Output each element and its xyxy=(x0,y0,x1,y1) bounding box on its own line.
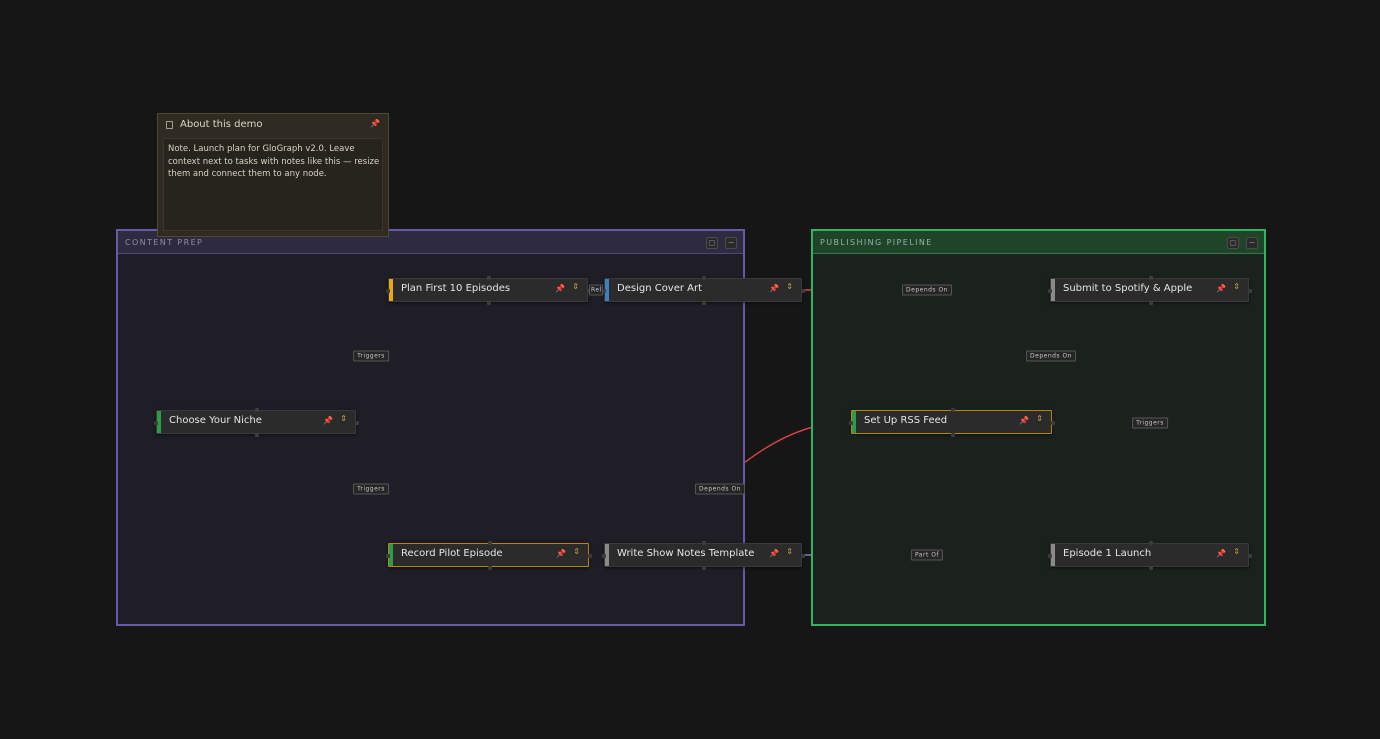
node-choose-your-niche[interactable]: Choose Your Niche 📌 ⇕ xyxy=(154,408,359,437)
connection-port[interactable] xyxy=(702,566,706,570)
minus-icon[interactable]: − xyxy=(1246,237,1258,249)
connection-port[interactable] xyxy=(487,276,491,280)
connection-port[interactable] xyxy=(355,421,359,425)
connection-port[interactable] xyxy=(1149,301,1153,305)
connection-port[interactable] xyxy=(488,566,492,570)
connection-port[interactable] xyxy=(1149,541,1153,545)
connection-port[interactable] xyxy=(1248,289,1252,293)
node-label: Choose Your Niche xyxy=(169,415,262,426)
group-header[interactable]: PUBLISHING PIPELINE ◻ − xyxy=(813,231,1264,254)
node-design-cover-art[interactable]: Design Cover Art 📌 ⇕ xyxy=(602,276,805,305)
pin-icon[interactable]: 📌 xyxy=(556,549,566,558)
connection-port[interactable] xyxy=(801,554,805,558)
pin-icon[interactable]: 📌 xyxy=(769,284,779,293)
chevron-updown-icon[interactable]: ⇕ xyxy=(1233,548,1240,556)
connection-port[interactable] xyxy=(801,289,805,293)
node-set-up-rss-feed[interactable]: Set Up RSS Feed 📌 ⇕ xyxy=(849,408,1055,437)
connection-port[interactable] xyxy=(849,421,853,425)
connection-port[interactable] xyxy=(487,301,491,305)
document-icon xyxy=(166,121,173,129)
pin-icon[interactable]: 📌 xyxy=(555,284,565,293)
connection-port[interactable] xyxy=(255,433,259,437)
connection-port[interactable] xyxy=(951,433,955,437)
chevron-updown-icon[interactable]: ⇕ xyxy=(1036,415,1043,423)
edge-label-depends-on[interactable]: Depends On xyxy=(695,483,745,495)
connection-port[interactable] xyxy=(1051,421,1055,425)
connection-port[interactable] xyxy=(1048,289,1052,293)
connection-port[interactable] xyxy=(386,289,390,293)
connection-port[interactable] xyxy=(702,541,706,545)
pin-icon[interactable]: 📌 xyxy=(1216,284,1226,293)
node-label: Design Cover Art xyxy=(617,283,703,294)
edge-label-triggers[interactable]: Triggers xyxy=(353,483,389,495)
node-plan-first-10-episodes[interactable]: Plan First 10 Episodes 📌 ⇕ xyxy=(386,276,591,305)
note-body[interactable]: Note. Launch plan for GloGraph v2.0. Lea… xyxy=(163,138,383,231)
node-write-show-notes-template[interactable]: Write Show Notes Template 📌 ⇕ xyxy=(602,541,805,570)
node-label: Plan First 10 Episodes xyxy=(401,283,511,294)
pin-icon[interactable]: 📌 xyxy=(1216,549,1226,558)
node-label: Record Pilot Episode xyxy=(401,548,503,559)
chevron-updown-icon[interactable]: ⇕ xyxy=(1233,283,1240,291)
node-submit-to-spotify-apple[interactable]: Submit to Spotify & Apple 📌 ⇕ xyxy=(1048,276,1252,305)
chevron-updown-icon[interactable]: ⇕ xyxy=(340,415,347,423)
connection-port[interactable] xyxy=(1048,554,1052,558)
pin-icon[interactable]: 📌 xyxy=(769,549,779,558)
connection-port[interactable] xyxy=(386,554,390,558)
lock-icon[interactable]: ◻ xyxy=(706,237,718,249)
edge-label-depends-on[interactable]: Depends On xyxy=(902,284,952,296)
pin-icon[interactable]: 📌 xyxy=(323,416,333,425)
connection-port[interactable] xyxy=(488,541,492,545)
connection-port[interactable] xyxy=(602,554,606,558)
edge-label-triggers[interactable]: Triggers xyxy=(353,350,389,362)
node-label: Write Show Notes Template xyxy=(617,548,755,559)
note-header[interactable]: About this demo 📌 xyxy=(158,114,388,136)
connection-port[interactable] xyxy=(154,421,158,425)
node-label: Submit to Spotify & Apple xyxy=(1063,283,1193,294)
connection-port[interactable] xyxy=(588,554,592,558)
edge-label-depends-on[interactable]: Depends On xyxy=(1026,350,1076,362)
node-label: Episode 1 Launch xyxy=(1063,548,1152,559)
connection-port[interactable] xyxy=(1248,554,1252,558)
connection-port[interactable] xyxy=(951,408,955,412)
node-label: Set Up RSS Feed xyxy=(864,415,948,426)
connection-port[interactable] xyxy=(1149,276,1153,280)
minus-icon[interactable]: − xyxy=(725,237,737,249)
lock-icon[interactable]: ◻ xyxy=(1227,237,1239,249)
chevron-updown-icon[interactable]: ⇕ xyxy=(786,283,793,291)
node-record-pilot-episode[interactable]: Record Pilot Episode 📌 ⇕ xyxy=(386,541,592,570)
pin-icon[interactable]: 📌 xyxy=(1019,416,1029,425)
edge-label-part-of[interactable]: Part Of xyxy=(910,549,944,561)
note-card[interactable]: About this demo 📌 Note. Launch plan for … xyxy=(157,113,389,237)
pin-icon[interactable]: 📌 xyxy=(370,119,380,128)
group-title: PUBLISHING PIPELINE xyxy=(820,238,933,247)
edge-label-triggers[interactable]: Triggers xyxy=(1132,417,1168,429)
connection-port[interactable] xyxy=(702,276,706,280)
note-title: About this demo xyxy=(180,119,263,130)
chevron-updown-icon[interactable]: ⇕ xyxy=(573,548,580,556)
connection-port[interactable] xyxy=(255,408,259,412)
connection-port[interactable] xyxy=(1149,566,1153,570)
connection-port[interactable] xyxy=(702,301,706,305)
chevron-updown-icon[interactable]: ⇕ xyxy=(786,548,793,556)
node-episode-1-launch[interactable]: Episode 1 Launch 📌 ⇕ xyxy=(1048,541,1252,570)
edge-label-relates[interactable]: Relates xyxy=(589,284,603,296)
chevron-updown-icon[interactable]: ⇕ xyxy=(572,283,579,291)
group-title: CONTENT PREP xyxy=(125,238,204,247)
